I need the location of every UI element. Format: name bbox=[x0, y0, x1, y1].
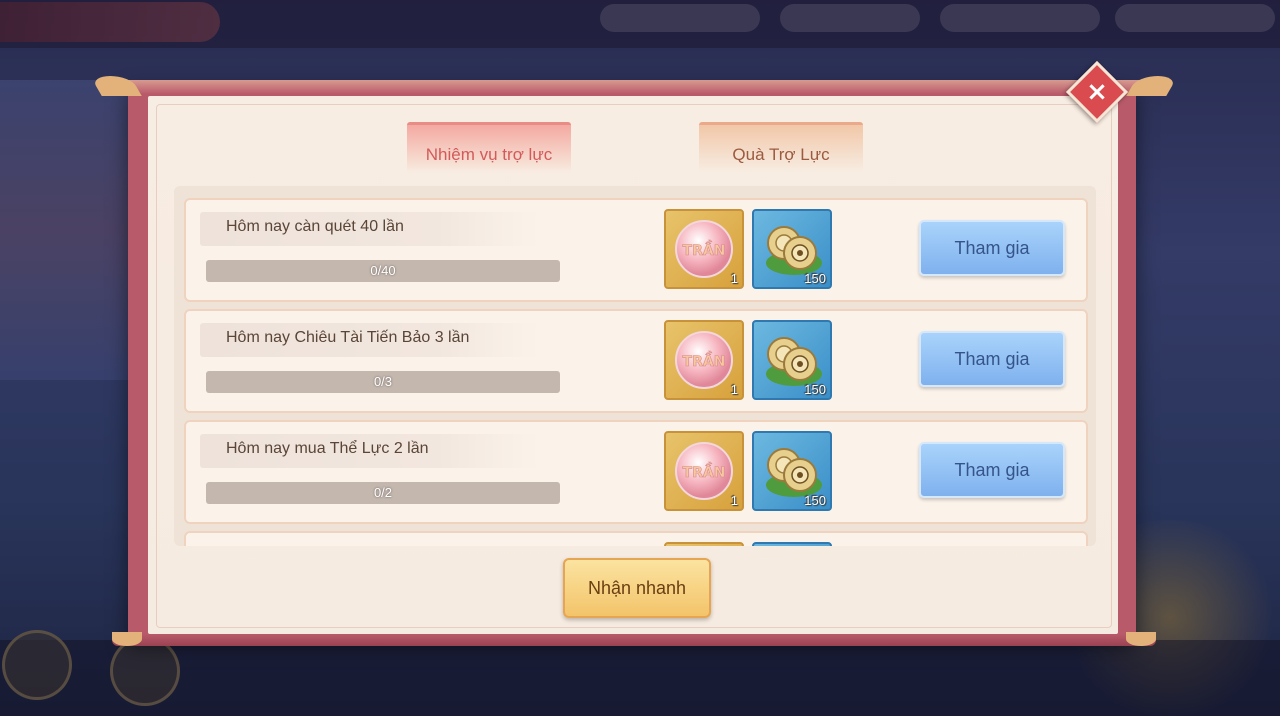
reward-slot bbox=[664, 542, 744, 546]
task-row: Hôm nay mua Thể Lực 2 lần 0/2 TRẦN 1 150 bbox=[184, 420, 1088, 524]
close-icon: × bbox=[1086, 77, 1108, 107]
tab-assist-gifts[interactable]: Quà Trợ Lực bbox=[699, 122, 863, 173]
reward-slot[interactable]: 150 bbox=[752, 431, 832, 511]
task-title: Hôm nay mua Thể Lực 2 lần bbox=[226, 440, 429, 457]
task-row: Hôm nay Chiêu Tài Tiến Bảo 3 lần 0/3 TRẦ… bbox=[184, 309, 1088, 413]
reward-count: 1 bbox=[730, 382, 738, 397]
reward-slot[interactable]: TRẦN 1 bbox=[664, 320, 744, 400]
reward-slot bbox=[752, 542, 832, 546]
task-progress-bar: 0/40 bbox=[206, 260, 560, 282]
reward-count: 150 bbox=[804, 271, 826, 286]
progress-text: 0/3 bbox=[373, 374, 393, 389]
pearl-label: TRẦN bbox=[683, 351, 726, 370]
frame-top-ornament bbox=[100, 80, 1168, 94]
progress-text: 0/40 bbox=[370, 263, 396, 278]
join-button[interactable]: Tham gia bbox=[919, 331, 1065, 387]
quick-claim-button[interactable]: Nhận nhanh bbox=[563, 558, 711, 618]
task-progress-bar: 0/2 bbox=[206, 482, 560, 504]
task-row: Hôm nay càn quét 40 lần 0/40 TRẦN 1 150 bbox=[184, 198, 1088, 302]
pearl-label: TRẦN bbox=[683, 240, 726, 259]
reward-count: 150 bbox=[804, 493, 826, 508]
task-title: Hôm nay Chiêu Tài Tiến Bảo 3 lần bbox=[226, 329, 470, 346]
join-button[interactable]: Tham gia bbox=[919, 442, 1065, 498]
reward-slot[interactable]: TRẦN 1 bbox=[664, 431, 744, 511]
join-button[interactable]: Tham gia bbox=[919, 220, 1065, 276]
pearl-label: TRẦN bbox=[683, 462, 726, 481]
reward-slot[interactable]: TRẦN 1 bbox=[664, 209, 744, 289]
reward-count: 1 bbox=[730, 493, 738, 508]
reward-count: 150 bbox=[804, 382, 826, 397]
tab-assist-missions[interactable]: Nhiệm vụ trợ lực bbox=[407, 122, 571, 173]
task-progress-bar: 0/3 bbox=[206, 371, 560, 393]
reward-count: 1 bbox=[730, 271, 738, 286]
reward-slot[interactable]: 150 bbox=[752, 320, 832, 400]
progress-text: 0/2 bbox=[373, 485, 393, 500]
frame-bottom-ornament bbox=[112, 632, 1156, 646]
task-row bbox=[184, 531, 1088, 546]
task-title: Hôm nay càn quét 40 lần bbox=[226, 218, 404, 235]
reward-slot[interactable]: 150 bbox=[752, 209, 832, 289]
task-list[interactable]: Hôm nay càn quét 40 lần 0/40 TRẦN 1 150 bbox=[174, 186, 1096, 546]
